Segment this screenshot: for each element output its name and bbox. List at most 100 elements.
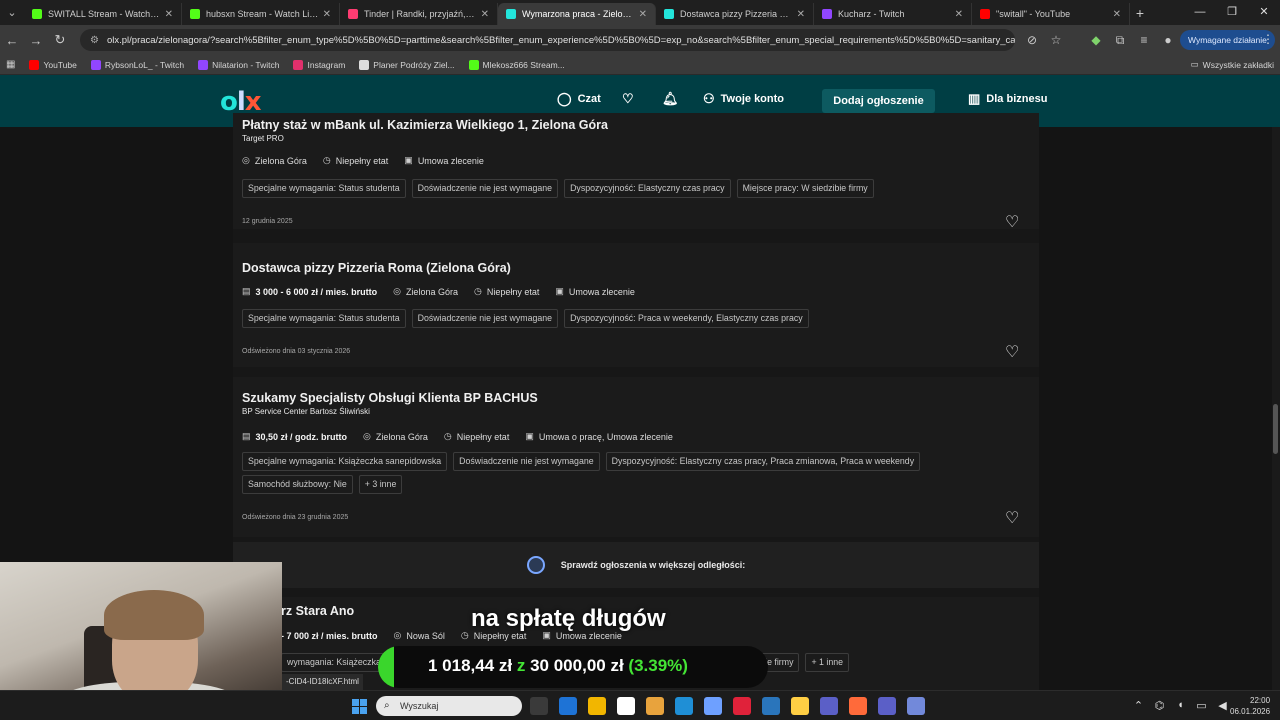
tab-close-icon[interactable]: ✕ (165, 9, 173, 20)
add-listing-button[interactable]: Dodaj ogłoszenie (822, 89, 935, 113)
address-bar[interactable]: ⚙ olx.pl/praca/zielonagora/?search%5Bfil… (80, 29, 1015, 51)
browser-tab[interactable]: Tinder | Randki, przyjaźń, nowe ✕ (340, 3, 498, 25)
taskbar-app-icon[interactable] (530, 697, 548, 715)
extensions-puzzle-icon[interactable]: ⧉ (1108, 33, 1132, 48)
taskbar-app-icon[interactable] (762, 697, 780, 715)
bookmark-label: Planer Podróży Ziel... (373, 59, 455, 70)
folder-icon: ▭ (1190, 59, 1199, 69)
media-icon[interactable]: ≡ (1132, 33, 1156, 47)
listing-title[interactable]: rz Stara Ano (281, 604, 354, 618)
taskbar-search-label: Wyszukaj (400, 701, 439, 711)
listing-tag: Dyspozycyjność: Elastyczny czas pracy (564, 179, 731, 198)
browser-tab[interactable]: SWITALL Stream - Watch Live o ✕ (24, 3, 182, 25)
profile-icon[interactable]: ● (1156, 33, 1180, 47)
taskbar-app-icon[interactable] (907, 697, 925, 715)
taskbar-app-icon[interactable] (820, 697, 838, 715)
favorites-link[interactable]: ♡ (622, 91, 640, 107)
browser-tab[interactable]: Dostawca pizzy Pizzeria Roma ✕ (656, 3, 814, 25)
all-bookmarks[interactable]: ▭ Wszystkie zakładki (1191, 59, 1274, 70)
listing-tag: Miejsce pracy: W siedzibie firmy (736, 179, 874, 198)
action-required-chip[interactable]: Wymagane działanie (1180, 30, 1275, 50)
listing-tag[interactable]: + 1 inne (805, 653, 850, 672)
microphone-icon[interactable]: ◖ (1170, 699, 1191, 712)
bookmark-star-icon[interactable]: ☆ (1044, 33, 1068, 47)
bookmark-label: Instagram (307, 59, 346, 70)
scrollbar-thumb[interactable] (1273, 404, 1278, 454)
account-link[interactable]: ⚇ Twoje konto (703, 91, 784, 107)
taskbar-app-icon[interactable] (704, 697, 722, 715)
tab-search-dropdown-icon[interactable]: ⌄ (0, 0, 24, 25)
tray-chevron-icon[interactable]: ⌃ (1128, 699, 1149, 712)
extension-colorful-icon[interactable]: ◆ (1084, 33, 1108, 47)
browser-tab[interactable]: "switall" - YouTube ✕ (972, 3, 1130, 25)
tab-close-icon[interactable]: ✕ (639, 9, 647, 20)
notifications-link[interactable]: 🔔︎ (662, 91, 685, 107)
new-tab-icon[interactable]: + (1130, 5, 1150, 21)
back-icon[interactable]: ← (0, 33, 24, 48)
bookmark-item[interactable]: Nilatarion - Twitch (198, 59, 279, 70)
more-distance-link[interactable]: Sprawdź ogłoszenia w większej odległości… (233, 542, 1039, 588)
bookmark-item[interactable]: Planer Podróży Ziel... (359, 59, 455, 70)
network-icon[interactable]: ⌬ (1149, 699, 1170, 712)
taskbar-app-icon[interactable] (617, 697, 635, 715)
minimize-icon[interactable]: — (1184, 0, 1216, 25)
reload-icon[interactable]: ↻ (48, 32, 72, 48)
display-icon[interactable]: ▭ (1191, 699, 1212, 712)
tab-close-icon[interactable]: ✕ (797, 9, 805, 20)
close-window-icon[interactable]: ✕ (1248, 0, 1280, 25)
bookmark-item[interactable]: Instagram (293, 59, 346, 70)
favorite-heart-icon[interactable]: ♡ (1005, 508, 1019, 528)
taskbar-app-icon[interactable] (588, 697, 606, 715)
taskbar-app-icon[interactable] (878, 697, 896, 715)
clock-date: 06.01.2026 (1230, 707, 1271, 716)
listing-company: BP Service Center Bartosz Śliwiński (242, 407, 370, 416)
clock-icon: ◷ (322, 155, 331, 165)
listing-meta: ▤ 3 000 - 6 000 zł / mies. brutto ◎ Zielon… (242, 286, 651, 297)
listing-salary: - 7 000 zł / mies. brutto (281, 630, 378, 641)
browser-tab[interactable]: hubsxn Stream - Watch Live on ✕ (182, 3, 340, 25)
listing-card[interactable]: Płatny staż w mBank ul. Kazimierza Wielk… (233, 113, 1039, 232)
tab-close-icon[interactable]: ✕ (323, 9, 331, 20)
chat-link[interactable]: ◯ Czat (557, 91, 601, 107)
browser-menu-icon[interactable]: ⋮ (1262, 32, 1274, 46)
bookmark-item[interactable]: Mlekosz666 Stream... (468, 59, 565, 70)
clock-time: 22:00 (1250, 696, 1271, 705)
listing-title[interactable]: Płatny staż w mBank ul. Kazimierza Wielk… (242, 118, 608, 132)
listing-card[interactable]: Dostawca pizzy Pizzeria Roma (Zielona Gó… (233, 243, 1039, 367)
bookmark-favicon-icon (198, 59, 209, 70)
tab-close-icon[interactable]: ✕ (481, 9, 489, 20)
listing-title[interactable]: Szukamy Specjalisty Obsługi Klienta BP B… (242, 391, 538, 405)
browser-tab[interactable]: Wymarzona praca - Zielona Gó ✕ (498, 3, 656, 25)
taskbar-app-icon[interactable] (559, 697, 577, 715)
taskbar-search[interactable]: ⌕ Wyszukaj (376, 696, 522, 716)
forward-icon[interactable]: → (24, 33, 48, 48)
business-link[interactable]: ▥ Dla biznesu (968, 91, 1047, 107)
bookmark-item[interactable]: YouTube (29, 59, 77, 70)
apps-grid-icon[interactable]: ▦ (6, 59, 15, 70)
tab-close-icon[interactable]: ✕ (955, 9, 963, 20)
taskbar-clock[interactable]: 22:00 06.01.2026 (1230, 695, 1270, 717)
taskbar-app-icon[interactable] (849, 697, 867, 715)
listing-card[interactable]: Szukamy Specjalisty Obsługi Klienta BP B… (233, 377, 1039, 537)
restore-icon[interactable]: ❐ (1216, 0, 1248, 25)
taskbar-app-icon[interactable] (733, 697, 751, 715)
browser-toolbar: ← → ↻ ⚙ olx.pl/praca/zielonagora/?search… (0, 25, 1280, 55)
eye-off-icon[interactable]: ⊘ (1020, 33, 1044, 47)
bookmark-label: YouTube (43, 59, 77, 70)
favorite-heart-icon[interactable]: ♡ (1005, 212, 1019, 232)
listing-tag[interactable]: + 3 inne (358, 475, 403, 494)
tab-close-icon[interactable]: ✕ (1113, 9, 1121, 20)
bookmark-item[interactable]: RybsonLoL_ - Twitch (90, 59, 184, 70)
favorite-heart-icon[interactable]: ♡ (1005, 342, 1019, 362)
money-icon: ▤ (242, 431, 251, 441)
chat-label: Czat (577, 93, 601, 105)
taskbar-app-icon[interactable] (791, 697, 809, 715)
system-tray: ⌃ ⌬ ◖ ▭ ◀ (1128, 699, 1233, 712)
taskbar-app-icon[interactable] (675, 697, 693, 715)
listing-title[interactable]: Dostawca pizzy Pizzeria Roma (Zielona Gó… (242, 261, 511, 275)
taskbar-app-icon[interactable] (646, 697, 664, 715)
windows-start-icon[interactable] (352, 699, 367, 714)
goal-current: 1 018,44 zł (428, 656, 513, 675)
browser-tab[interactable]: Kucharz - Twitch ✕ (814, 3, 972, 25)
site-info-icon[interactable]: ⚙ (90, 35, 99, 46)
